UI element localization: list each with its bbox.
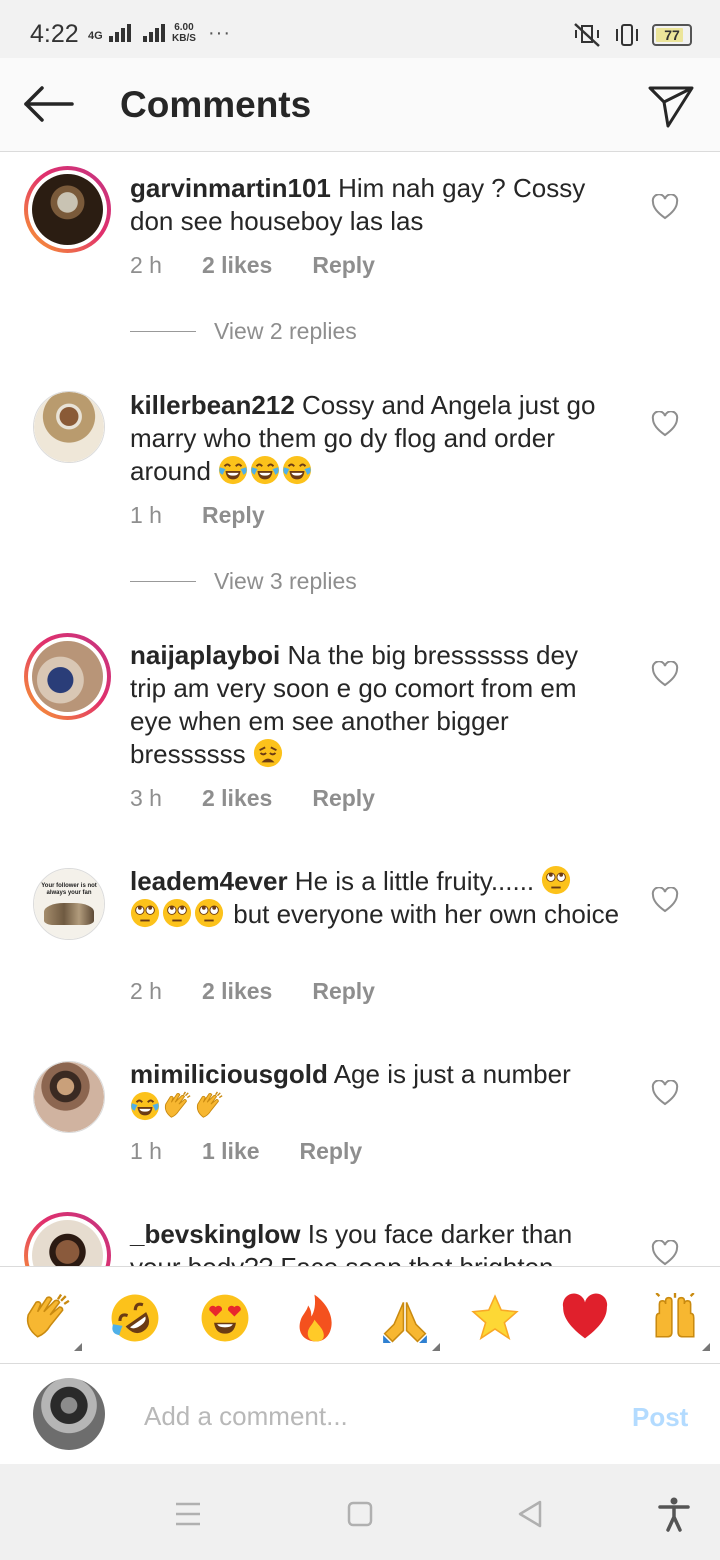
- comment-item: _bevskinglow Is you face darker than you…: [0, 0, 720, 1266]
- emoji-raising-hands-button[interactable]: [650, 1292, 710, 1351]
- accessibility-icon[interactable]: [656, 1496, 692, 1532]
- folded-hands-icon: [383, 1302, 427, 1343]
- comment-input[interactable]: [144, 1398, 584, 1434]
- fire-icon: [299, 1294, 332, 1342]
- current-user-avatar: [33, 1378, 105, 1450]
- avatar[interactable]: [24, 1212, 111, 1266]
- heart-eyes-icon: [201, 1294, 249, 1342]
- home-icon[interactable]: [342, 1496, 378, 1532]
- back-icon[interactable]: [512, 1496, 548, 1532]
- red-heart-icon: [562, 1293, 608, 1339]
- quick-emoji-bar: [0, 1266, 720, 1364]
- emoji-star-button[interactable]: [470, 1293, 520, 1343]
- raising-hands-icon: [655, 1292, 695, 1338]
- comment-text: _bevskinglow Is you face darker than you…: [130, 1218, 620, 1266]
- emoji-folded-hands-button[interactable]: [380, 1293, 440, 1351]
- heart-icon[interactable]: [651, 1240, 679, 1266]
- star-icon: [471, 1294, 519, 1341]
- post-button[interactable]: Post: [632, 1402, 688, 1433]
- comment-composer: Post: [0, 1364, 720, 1464]
- emoji-fire-button[interactable]: [291, 1293, 341, 1343]
- emoji-red-heart-button[interactable]: [560, 1293, 610, 1343]
- rolling-on-floor-laughing-icon: [111, 1294, 159, 1342]
- emoji-rofl-button[interactable]: [110, 1293, 160, 1343]
- emoji-clapping-hands-button[interactable]: [22, 1293, 82, 1351]
- system-nav-bar: [0, 1464, 720, 1560]
- menu-icon[interactable]: [170, 1496, 206, 1532]
- emoji-heart-eyes-button[interactable]: [200, 1293, 250, 1343]
- comment-username[interactable]: _bevskinglow: [130, 1219, 301, 1249]
- clapping-hands-icon: [22, 1293, 72, 1343]
